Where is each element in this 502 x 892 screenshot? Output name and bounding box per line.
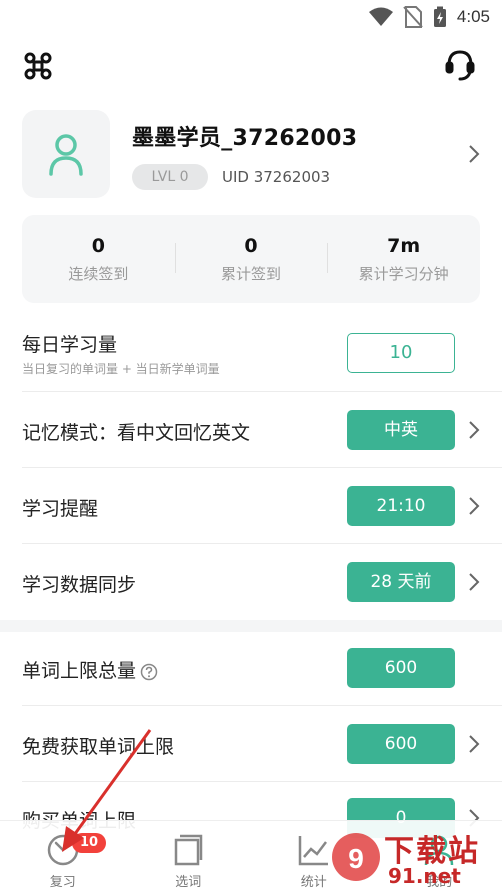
status-time: 4:05 — [456, 7, 490, 26]
row-title: 记忆模式：看中文回忆英文 — [22, 422, 251, 444]
stat-label: 累计学习分钟 — [358, 264, 449, 283]
status-bar: 4:05 — [0, 0, 502, 36]
select-words-icon — [175, 834, 203, 866]
avatar[interactable] — [22, 110, 110, 198]
chevron-right-icon — [469, 145, 480, 163]
free-limit-button[interactable]: 600 — [347, 724, 455, 764]
nav-label: 统计 — [300, 875, 327, 890]
review-count-badge: 10 — [72, 833, 106, 853]
chevron-right-icon — [469, 573, 480, 591]
stats-card: 0 连续签到 0 累计签到 7m 累计学习分钟 — [22, 215, 480, 303]
nav-label: 复习 — [49, 875, 76, 890]
memory-mode-button[interactable]: 中英 — [347, 410, 455, 450]
user-avatar-icon — [49, 134, 83, 176]
free-limit-row[interactable]: 免费获取单词上限 600 — [0, 706, 502, 782]
statistics-icon — [298, 836, 328, 866]
row-title-text: 单词上限总量 — [22, 660, 137, 682]
stat-checkin-streak: 0 连续签到 — [22, 215, 175, 303]
wifi-icon — [368, 7, 393, 26]
svg-text:9: 9 — [348, 843, 364, 874]
nav-label: 选词 — [175, 875, 202, 890]
chevron-right-icon — [469, 497, 480, 515]
watermark-site: 91.net — [388, 864, 461, 888]
row-title: 学习数据同步 — [22, 574, 137, 596]
stat-label: 连续签到 — [68, 264, 129, 283]
memory-mode-row[interactable]: 记忆模式：看中文回忆英文 中英 — [0, 392, 502, 468]
sync-status-button[interactable]: 28 天前 — [347, 562, 455, 602]
stat-value: 0 — [91, 234, 105, 257]
level-badge: LVL 0 — [132, 164, 208, 190]
data-sync-row[interactable]: 学习数据同步 28 天前 — [0, 544, 502, 620]
row-title: 学习提醒 — [22, 498, 99, 520]
status-icons: 4:05 — [368, 6, 490, 28]
chevron-right-icon — [469, 421, 480, 439]
customer-service-icon[interactable] — [444, 48, 476, 84]
stat-value: 7m — [387, 234, 421, 257]
word-limit-total-value: 600 — [347, 648, 455, 688]
profile-header[interactable]: 墨墨学员_37262003 LVL 0 UID 37262003 — [0, 110, 502, 200]
row-title: 每日学习量 — [22, 334, 118, 356]
daily-amount-input[interactable]: 10 — [347, 333, 455, 373]
stat-label: 累计签到 — [221, 264, 282, 283]
no-sim-icon — [403, 6, 423, 28]
row-subtitle: 当日复习的单词量 + 当日新学单词量 — [22, 362, 220, 376]
watermark: 9 下载站 91.net — [330, 824, 500, 890]
nav-select-words[interactable]: 选词 — [126, 821, 252, 892]
battery-charging-icon — [433, 6, 446, 27]
stat-checkin-total: 0 累计签到 — [174, 215, 328, 303]
username: 墨墨学员_37262003 — [132, 126, 358, 151]
reminder-time-button[interactable]: 21:10 — [347, 486, 455, 526]
user-id: UID 37262003 — [222, 168, 331, 186]
word-limit-total-row[interactable]: 单词上限总量 600 — [0, 630, 502, 706]
command-menu-icon[interactable] — [22, 50, 54, 82]
nav-review[interactable]: 复习 10 — [0, 821, 126, 892]
top-bar — [0, 44, 502, 88]
row-title: 单词上限总量 — [22, 656, 158, 683]
stat-study-minutes: 7m 累计学习分钟 — [327, 215, 480, 303]
row-title: 免费获取单词上限 — [22, 736, 175, 758]
chevron-right-icon — [469, 735, 480, 753]
reminder-row[interactable]: 学习提醒 21:10 — [0, 468, 502, 544]
stat-value: 0 — [244, 234, 258, 257]
help-icon[interactable] — [140, 663, 158, 681]
daily-amount-row[interactable]: 每日学习量 当日复习的单词量 + 当日新学单词量 10 — [0, 316, 502, 392]
